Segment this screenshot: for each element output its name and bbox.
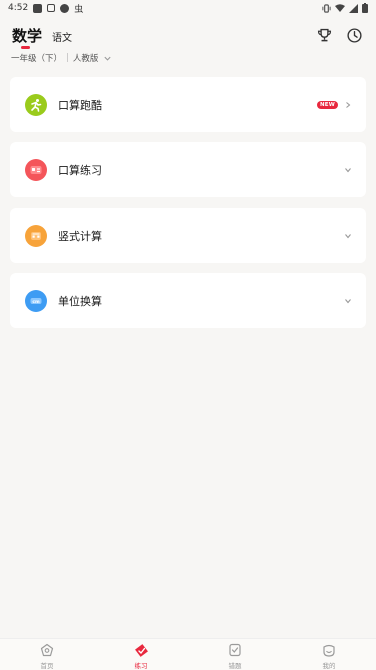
nav-label-profile: 我的 bbox=[322, 662, 336, 670]
status-time: 4:52 bbox=[8, 3, 29, 13]
calculator-icon bbox=[25, 158, 47, 181]
card-oral-parkour[interactable]: 口算跑酷 NEW bbox=[10, 77, 366, 132]
card-title: 竖式计算 bbox=[58, 229, 102, 243]
grade-selector[interactable]: 一年级（下） | 人教版 bbox=[11, 52, 112, 64]
card-title: 口算跑酷 bbox=[58, 98, 102, 112]
battery-icon bbox=[362, 3, 368, 13]
chevron-down-icon bbox=[345, 298, 351, 303]
home-icon bbox=[39, 642, 55, 658]
card-unit-conversion[interactable]: cm 单位换算 bbox=[10, 273, 366, 328]
tab-math-label: 数学 bbox=[12, 26, 43, 45]
nav-label-practice: 练习 bbox=[134, 662, 148, 670]
clock-icon bbox=[346, 27, 362, 43]
mistakes-icon bbox=[227, 642, 243, 658]
nav-label-home: 首页 bbox=[40, 662, 54, 670]
nav-item-home[interactable]: 首页 bbox=[17, 642, 77, 670]
runner-icon bbox=[25, 93, 47, 116]
notification-app-icon bbox=[33, 3, 43, 13]
wifi-icon bbox=[335, 3, 345, 12]
card-title: 单位换算 bbox=[58, 294, 102, 308]
history-button[interactable] bbox=[344, 25, 364, 45]
nav-label-mistakes: 错题 bbox=[228, 662, 242, 670]
card-vertical-calc[interactable]: 竖式计算 bbox=[10, 208, 366, 263]
tab-math[interactable]: 数学 bbox=[12, 25, 43, 49]
card-oral-practice[interactable]: 口算练习 bbox=[10, 142, 366, 197]
status-bar: 4:52 虫 bbox=[0, 0, 376, 16]
notification-app-icon-2 bbox=[47, 4, 56, 12]
chevron-down-icon bbox=[104, 56, 111, 61]
tab-chinese[interactable]: 语文 bbox=[52, 29, 72, 44]
vertical-calc-icon bbox=[25, 224, 47, 247]
new-badge: NEW bbox=[316, 100, 338, 109]
subject-header: 数学 语文 bbox=[0, 20, 376, 50]
nav-item-mistakes[interactable]: 错题 bbox=[205, 642, 265, 670]
chevron-down-icon bbox=[345, 167, 351, 172]
message-notification-icon bbox=[60, 3, 70, 13]
profile-icon bbox=[321, 642, 337, 658]
practice-icon bbox=[133, 642, 149, 658]
trophy-button[interactable] bbox=[314, 25, 334, 45]
bottom-nav: 首页 练习 错题 我的 bbox=[0, 638, 376, 670]
trophy-icon bbox=[317, 28, 331, 41]
vibrate-icon bbox=[322, 3, 331, 13]
nav-item-profile[interactable]: 我的 bbox=[299, 642, 359, 670]
chevron-right-icon bbox=[346, 101, 351, 108]
card-title: 口算练习 bbox=[58, 163, 102, 177]
svg-text:cm: cm bbox=[32, 299, 40, 304]
edition-label: 人教版 bbox=[72, 54, 99, 64]
active-tab-indicator bbox=[21, 45, 30, 49]
nav-item-practice[interactable]: 练习 bbox=[111, 642, 171, 670]
cm-ruler-icon: cm bbox=[25, 289, 47, 312]
signal-icon bbox=[349, 3, 358, 13]
chevron-down-icon bbox=[345, 233, 351, 238]
notification-app-glyph: 虫 bbox=[74, 4, 84, 15]
grade-separator: | bbox=[66, 53, 69, 63]
grade-label: 一年级（下） bbox=[11, 54, 63, 64]
